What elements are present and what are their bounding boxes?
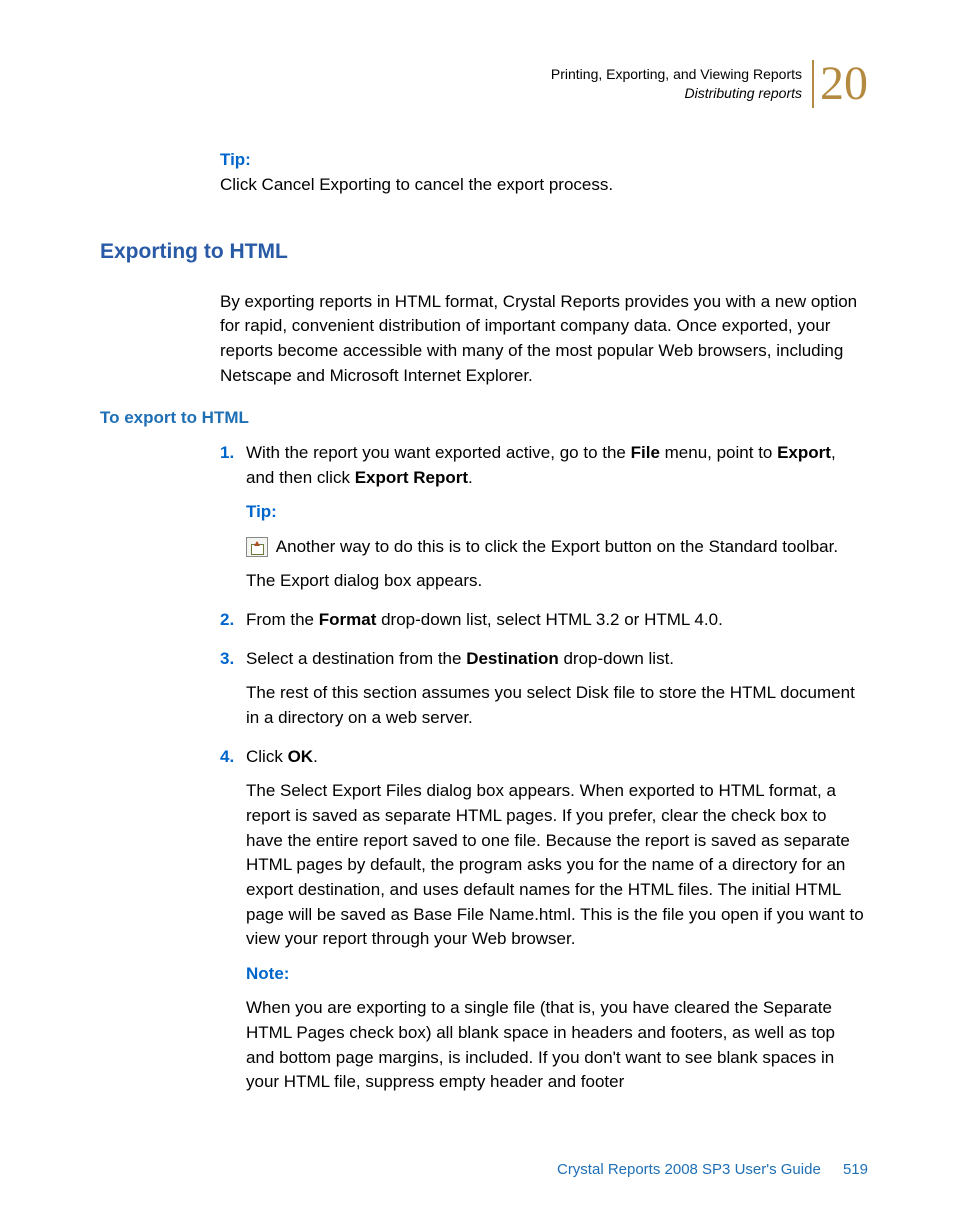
page-header: Printing, Exporting, and Viewing Reports… — [551, 60, 868, 108]
step-text: Select a destination from the Destinatio… — [246, 649, 674, 668]
step-result: The rest of this section assumes you sel… — [246, 681, 868, 730]
step-result: The Export dialog box appears. — [246, 569, 868, 594]
step-number: 1. — [220, 441, 234, 466]
step-result: The Select Export Files dialog box appea… — [246, 779, 868, 951]
export-icon — [246, 537, 268, 557]
step-text: With the report you want exported active… — [246, 443, 836, 487]
header-section-title: Distributing reports — [551, 84, 802, 103]
section-heading: Exporting to HTML — [100, 237, 868, 267]
step-list: 1. With the report you want exported act… — [220, 441, 868, 1095]
step-text: Click OK. — [246, 747, 318, 766]
chapter-number: 20 — [812, 60, 868, 108]
note-text: When you are exporting to a single file … — [246, 996, 868, 1095]
tip-label: Tip: — [246, 500, 868, 525]
footer-guide-name: Crystal Reports 2008 SP3 User's Guide — [557, 1161, 821, 1178]
section-intro: By exporting reports in HTML format, Cry… — [220, 290, 868, 389]
tip-body: Another way to do this is to click the E… — [246, 535, 868, 560]
step-number: 2. — [220, 608, 234, 633]
note-label: Note: — [246, 962, 868, 987]
step-number: 3. — [220, 647, 234, 672]
step-item: 3. Select a destination from the Destina… — [220, 647, 868, 731]
footer-page-number: 519 — [843, 1161, 868, 1178]
step-text: From the Format drop-down list, select H… — [246, 610, 723, 629]
page-footer: Crystal Reports 2008 SP3 User's Guide 51… — [557, 1159, 868, 1181]
step-item: 4. Click OK. The Select Export Files dia… — [220, 745, 868, 1095]
tip-label: Tip: — [220, 148, 868, 173]
procedure-heading: To export to HTML — [100, 406, 868, 431]
step-number: 4. — [220, 745, 234, 770]
step-item: 1. With the report you want exported act… — [220, 441, 868, 594]
step-item: 2. From the Format drop-down list, selec… — [220, 608, 868, 633]
header-chapter-title: Printing, Exporting, and Viewing Reports — [551, 65, 802, 84]
tip-text: Click Cancel Exporting to cancel the exp… — [220, 173, 868, 198]
